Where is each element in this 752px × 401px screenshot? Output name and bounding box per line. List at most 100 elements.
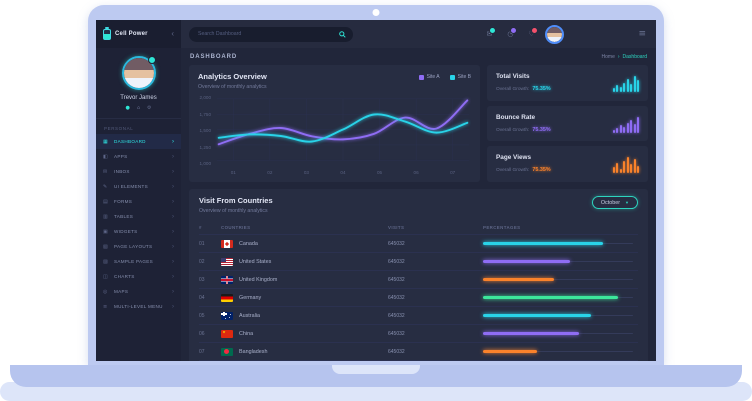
webcam-icon: [373, 9, 380, 16]
legend-swatch-purple: [419, 75, 424, 80]
sidebar-item-label: CHARTS: [114, 274, 135, 279]
sidebar-section-label: Personal: [96, 118, 181, 134]
sidebar-item-maps[interactable]: ◎ MAPS ›: [96, 284, 181, 299]
sidebar-item-ui-elements[interactable]: ✎ UI ELEMENTS ›: [96, 179, 181, 194]
topbar-icon-group: ✉ ◔ ♡: [482, 27, 545, 41]
row-number: 02: [199, 259, 221, 265]
stat-growth-label: Overall Growth:: [496, 168, 529, 173]
breadcrumb-current: Dashboard: [623, 54, 647, 60]
percentage-bar: [483, 314, 633, 317]
sidebar-item-label: FORMS: [114, 199, 132, 204]
sidebar-item-tables[interactable]: ▥ TABLES ›: [96, 209, 181, 224]
app-logo[interactable]: Cell Power ‹: [96, 20, 181, 48]
mini-bar-chart: [613, 114, 640, 133]
stat-card-total-visits[interactable]: Total Visits Overall Growth: 75.35%: [487, 65, 648, 101]
app-title: Cell Power: [115, 31, 148, 37]
legend-site-b[interactable]: Site B: [450, 74, 471, 80]
sidebar-item-inbox[interactable]: ✉ INBOX ›: [96, 164, 181, 179]
map-icon: ◎: [103, 289, 110, 295]
inbox-icon: ✉: [103, 169, 110, 175]
analytics-overview-panel: Analytics Overview Overview of monthly a…: [189, 65, 480, 182]
form-icon: ▤: [103, 199, 110, 205]
visits-value: 645032: [388, 313, 483, 319]
notification-icon[interactable]: ◔: [503, 27, 517, 41]
month-filter-dropdown[interactable]: October ▼: [592, 196, 638, 209]
sidebar-collapse-icon[interactable]: ‹: [171, 30, 174, 38]
apps-icon: ◧: [103, 154, 110, 160]
search-icon[interactable]: [339, 31, 346, 38]
table-icon: ▥: [103, 214, 110, 220]
sidebar-item-apps[interactable]: ◧ APPS ›: [96, 149, 181, 164]
country-name: Bangladesh: [239, 349, 267, 355]
chevron-right-icon: ›: [172, 139, 174, 145]
percentage-bar: [483, 296, 633, 299]
percentage-bar: [483, 242, 633, 245]
visits-value: 645032: [388, 241, 483, 247]
stat-title: Total Visits: [496, 73, 551, 80]
chevron-right-icon: ›: [172, 304, 174, 310]
breadcrumb-separator: ›: [618, 54, 620, 60]
menu-icon[interactable]: ≡: [638, 29, 646, 39]
sidebar-item-dashboard[interactable]: ▦ DASHBOARD ›: [96, 134, 181, 149]
sidebar-item-widgets[interactable]: ▣ WIDGETS ›: [96, 224, 181, 239]
widget-icon: ▣: [103, 229, 110, 235]
stat-growth-value: 75.35%: [532, 167, 550, 173]
sidebar-item-label: DASHBOARD: [114, 139, 146, 144]
stat-card-bounce-rate[interactable]: Bounce Rate Overall Growth: 75.35%: [487, 106, 648, 142]
settings-gear-icon[interactable]: ⚙: [147, 105, 151, 111]
laptop-base-notch: [332, 365, 420, 374]
legend-site-a[interactable]: Site A: [419, 74, 440, 80]
pages-icon: ▨: [103, 259, 110, 265]
chart-icon: ◫: [103, 274, 110, 280]
sidebar-item-forms[interactable]: ▤ FORMS ›: [96, 194, 181, 209]
stat-card-page-views[interactable]: Page Views Overall Growth: 75.35%: [487, 146, 648, 182]
country-name: Australia: [239, 313, 260, 319]
sidebar-item-label: SAMPLE PAGES: [114, 259, 153, 264]
table-header: # COUNTRIES VISITS PERCENTAGES: [199, 221, 638, 234]
sidebar-item-multi-level-menu[interactable]: ≡ MULTI-LEVEL MENU ›: [96, 299, 181, 314]
chevron-right-icon: ›: [172, 289, 174, 295]
chart-y-axis: 2,000 1,750 1,500 1,250 1,000: [198, 95, 215, 166]
legend-swatch-cyan: [450, 75, 455, 80]
table-row: 01 Canada 645032: [199, 234, 638, 252]
stat-growth-value: 75.35%: [532, 86, 550, 92]
breadcrumb: Home › Dashboard: [602, 54, 647, 60]
user-avatar[interactable]: [122, 56, 156, 90]
sidebar: Cell Power ‹ Trevor James ● ⌂ ⚙ Personal…: [96, 20, 181, 361]
topbar-avatar[interactable]: [545, 25, 564, 44]
user-profile: Trevor James ● ⌂ ⚙: [96, 48, 181, 111]
layout-icon: ▧: [103, 244, 110, 250]
sidebar-item-sample-pages[interactable]: ▨ SAMPLE PAGES ›: [96, 254, 181, 269]
country-name: Canada: [239, 241, 258, 247]
search-bar[interactable]: [189, 27, 353, 42]
stat-growth-label: Overall Growth:: [496, 128, 529, 133]
badge-dot: [531, 27, 538, 34]
breadcrumb-home-link[interactable]: Home: [602, 54, 615, 60]
message-icon[interactable]: ✉: [482, 27, 496, 41]
chevron-right-icon: ›: [172, 214, 174, 220]
country-name: United States: [239, 259, 271, 265]
breadcrumb-row: DASHBOARD Home › Dashboard: [181, 48, 656, 65]
chevron-right-icon: ›: [172, 199, 174, 205]
menu-levels-icon: ≡: [103, 304, 110, 310]
pen-icon: ✎: [103, 184, 110, 190]
status-icon[interactable]: ●: [125, 105, 129, 111]
chevron-down-icon: ▼: [625, 200, 629, 205]
sidebar-item-label: UI ELEMENTS: [114, 184, 148, 189]
table-row: 06 China 645032: [199, 324, 638, 342]
table-row: 04 Germany 645032: [199, 288, 638, 306]
sidebar-item-label: APPS: [114, 154, 127, 159]
country-flag-icon: [221, 258, 233, 266]
alert-icon[interactable]: ♡: [524, 27, 538, 41]
search-input[interactable]: [196, 30, 335, 38]
sidebar-item-charts[interactable]: ◫ CHARTS ›: [96, 269, 181, 284]
country-flag-icon: [221, 330, 233, 338]
mini-bar-chart: [613, 154, 640, 173]
sidebar-item-page-layouts[interactable]: ▧ PAGE LAYOUTS ›: [96, 239, 181, 254]
country-name: United Kingdom: [239, 277, 277, 283]
home-icon[interactable]: ⌂: [137, 105, 140, 111]
chevron-right-icon: ›: [172, 244, 174, 250]
page-title: DASHBOARD: [190, 54, 237, 60]
table-row: 02 United States 645032: [199, 252, 638, 270]
chart-x-axis: 01 02 03 04 05 06 07: [215, 166, 471, 175]
